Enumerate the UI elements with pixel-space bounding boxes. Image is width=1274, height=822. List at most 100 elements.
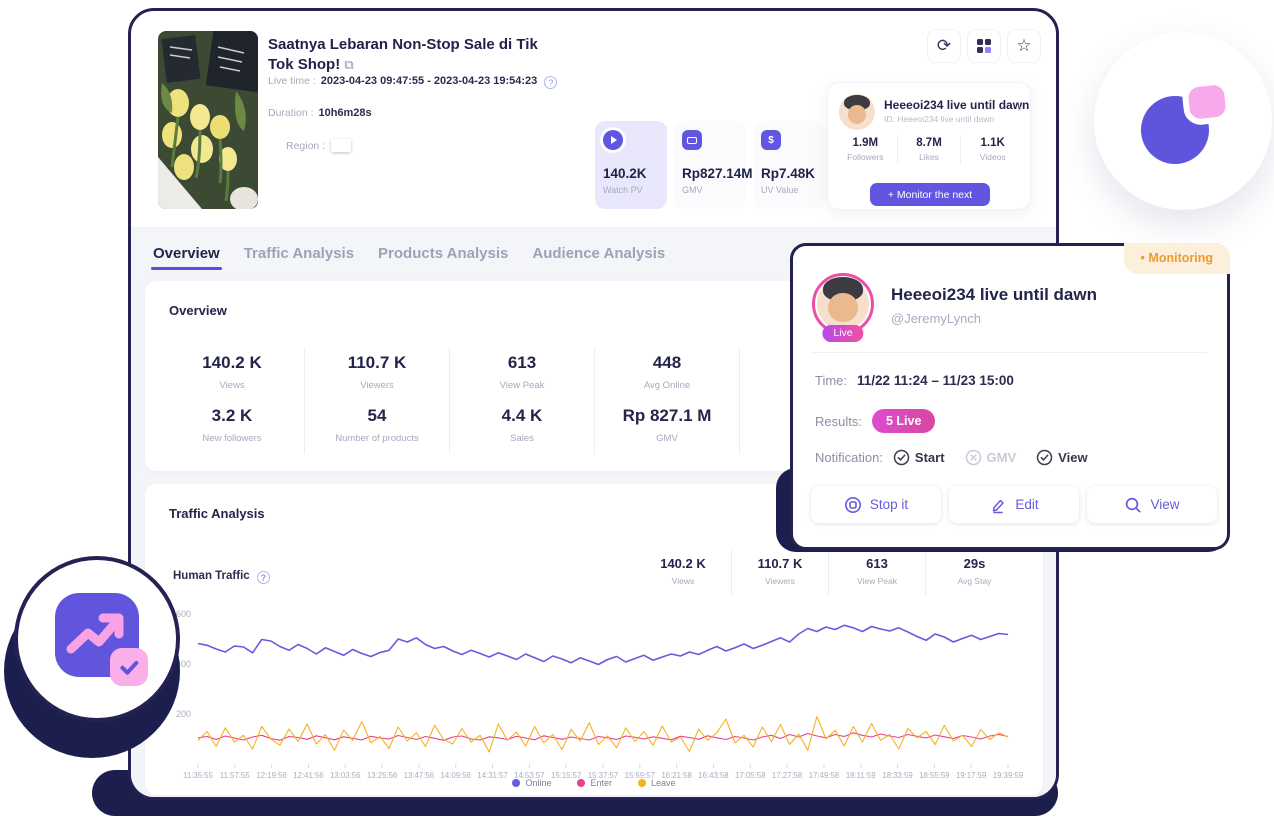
stat-card-gmv[interactable]: Rp827.14M GMV [674, 121, 746, 209]
stop-it-button[interactable]: Stop it [811, 486, 941, 523]
overview-stats-row-1: 140.2 KViews110.7 KViewers613View Peak44… [160, 347, 740, 401]
region-label: Region : [286, 140, 325, 152]
host-stat-label: Likes [898, 152, 961, 162]
notification-gmv[interactable]: GMV [965, 449, 1017, 466]
tab-traffic-analysis[interactable]: Traffic Analysis [242, 241, 356, 272]
chart-legend: Online Enter Leave [145, 778, 1043, 788]
results-row: Results: 5 Live [815, 409, 935, 433]
stat-label: Views [635, 576, 731, 586]
stat-value: 4.4 K [450, 406, 594, 426]
stat-cell: 140.2 KViews [635, 550, 732, 596]
tab-products-analysis[interactable]: Products Analysis [376, 241, 510, 272]
time-label: Time: [815, 373, 847, 388]
view-button[interactable]: View [1087, 486, 1217, 523]
time-value: 11/22 11:24 – 11/23 15:00 [857, 373, 1014, 388]
stop-it-label: Stop it [870, 497, 908, 512]
tab-overview[interactable]: Overview [151, 241, 222, 272]
stat-cell: 29sAvg Stay [926, 550, 1023, 596]
stat-value: 54 [305, 406, 449, 426]
legend-item-enter[interactable]: Enter [577, 778, 612, 788]
results-live-badge[interactable]: 5 Live [872, 409, 935, 433]
trend-decoration [14, 556, 180, 722]
legend-label: Online [525, 778, 551, 788]
stat-value: 3.2 K [160, 406, 304, 426]
edit-button[interactable]: Edit [949, 486, 1079, 523]
legend-dot [512, 779, 520, 787]
monitored-stream-name: Heeeoi234 live until dawn [891, 285, 1097, 305]
livestream-cover-image [158, 31, 258, 209]
notification-gmv-label: GMV [987, 450, 1017, 465]
monitor-actions: Stop it Edit View [811, 486, 1217, 523]
stat-value: 613 [829, 556, 925, 571]
stat-value: Rp7.48K [761, 166, 817, 181]
stat-value: 140.2 K [160, 353, 304, 373]
check-badge-icon [110, 648, 148, 686]
help-icon[interactable]: ? [544, 76, 557, 89]
apps-button[interactable] [967, 29, 1001, 63]
refresh-button[interactable]: ⟳ [927, 29, 961, 63]
stat-label: Avg Online [595, 380, 739, 391]
traffic-chart[interactable]: 20040060011:35:5511:57:5512:19:5612:41:5… [165, 594, 1025, 784]
notification-start[interactable]: Start [893, 449, 945, 466]
series-line-online [198, 625, 1008, 664]
legend-dot [577, 779, 585, 787]
host-profile-card[interactable]: Heeeoi234 live until dawn ID: Heeeoi234 … [827, 82, 1031, 210]
series-line-leave [198, 717, 1008, 753]
grid-icon [977, 39, 991, 53]
y-tick-label: 200 [176, 709, 191, 719]
refresh-icon: ⟳ [937, 36, 951, 56]
traffic-section-title: Traffic Analysis [169, 506, 265, 521]
host-stat: 1.1KVideos [961, 135, 1024, 164]
help-icon[interactable]: ? [257, 571, 270, 584]
stat-value: 29s [926, 556, 1023, 571]
host-stats-row: 1.9MFollowers8.7MLikes1.1KVideos [834, 135, 1024, 164]
live-time-label: Live time : [268, 75, 316, 87]
title-text: Saatnya Lebaran Non-Stop Sale di TikTok … [268, 36, 538, 73]
page-title: Saatnya Lebaran Non-Stop Sale di TikTok … [268, 35, 540, 76]
stat-label: New followers [160, 433, 304, 444]
legend-dot [638, 779, 646, 787]
duration-value: 10h6m28s [318, 107, 371, 119]
live-time-value: 2023-04-23 09:47:55 - 2023-04-23 19:54:2… [321, 75, 538, 87]
check-circle-icon [893, 449, 910, 466]
y-tick-label: 600 [176, 609, 191, 619]
monitored-avatar-wrap: Live [812, 273, 874, 335]
monitoring-card: • Monitoring Live Heeeoi234 live until d… [790, 243, 1230, 550]
notification-view[interactable]: View [1036, 449, 1087, 466]
host-stat-value: 1.1K [961, 137, 1024, 149]
indonesia-flag-icon [331, 139, 351, 152]
divider [813, 352, 1207, 353]
stat-cell: 3.2 K New followers [160, 400, 305, 454]
monitor-the-next-button[interactable]: + Monitor the next [870, 183, 990, 206]
edit-label: Edit [1015, 497, 1038, 512]
pie-chart-decoration [1094, 32, 1272, 210]
stat-value: 110.7 K [732, 556, 828, 571]
flower-photo-illustration [158, 31, 258, 209]
legend-item-leave[interactable]: Leave [638, 778, 676, 788]
chevron-right-icon[interactable]: › [1017, 99, 1022, 115]
stat-value: Rp 827.1 M [595, 406, 739, 426]
host-id: ID: Heeeoi234 live until dawn [884, 114, 994, 124]
stat-label: Viewers [305, 380, 449, 391]
human-traffic-text: Human Traffic [173, 570, 250, 582]
favorite-button[interactable]: ☆ [1007, 29, 1041, 63]
stat-cell: 140.2 KViews [160, 347, 305, 401]
tab-audience-analysis[interactable]: Audience Analysis [530, 241, 667, 272]
stat-label: UV Value [761, 185, 817, 195]
legend-item-online[interactable]: Online [512, 778, 551, 788]
stat-card-watch-pv[interactable]: 140.2K Watch PV [595, 121, 667, 209]
results-label: Results: [815, 414, 862, 429]
notification-view-label: View [1058, 450, 1087, 465]
overview-stats-row-2: 3.2 KNew followers54Number of products4.… [160, 400, 740, 454]
host-stat-value: 1.9M [834, 137, 897, 149]
live-time-row: Live time : 2023-04-23 09:47:55 - 2023-0… [268, 75, 557, 89]
star-icon: ☆ [1016, 36, 1031, 56]
copy-icon[interactable]: ⧉ [344, 57, 353, 72]
stat-card-uv-value[interactable]: $ Rp7.48K UV Value [753, 121, 825, 209]
stat-label: GMV [682, 185, 738, 195]
stat-label: Sales [450, 433, 594, 444]
stat-cell: 613View Peak [450, 347, 595, 401]
card-icon [682, 130, 702, 150]
stat-cell: 110.7 KViewers [732, 550, 829, 596]
stat-label: View Peak [450, 380, 594, 391]
